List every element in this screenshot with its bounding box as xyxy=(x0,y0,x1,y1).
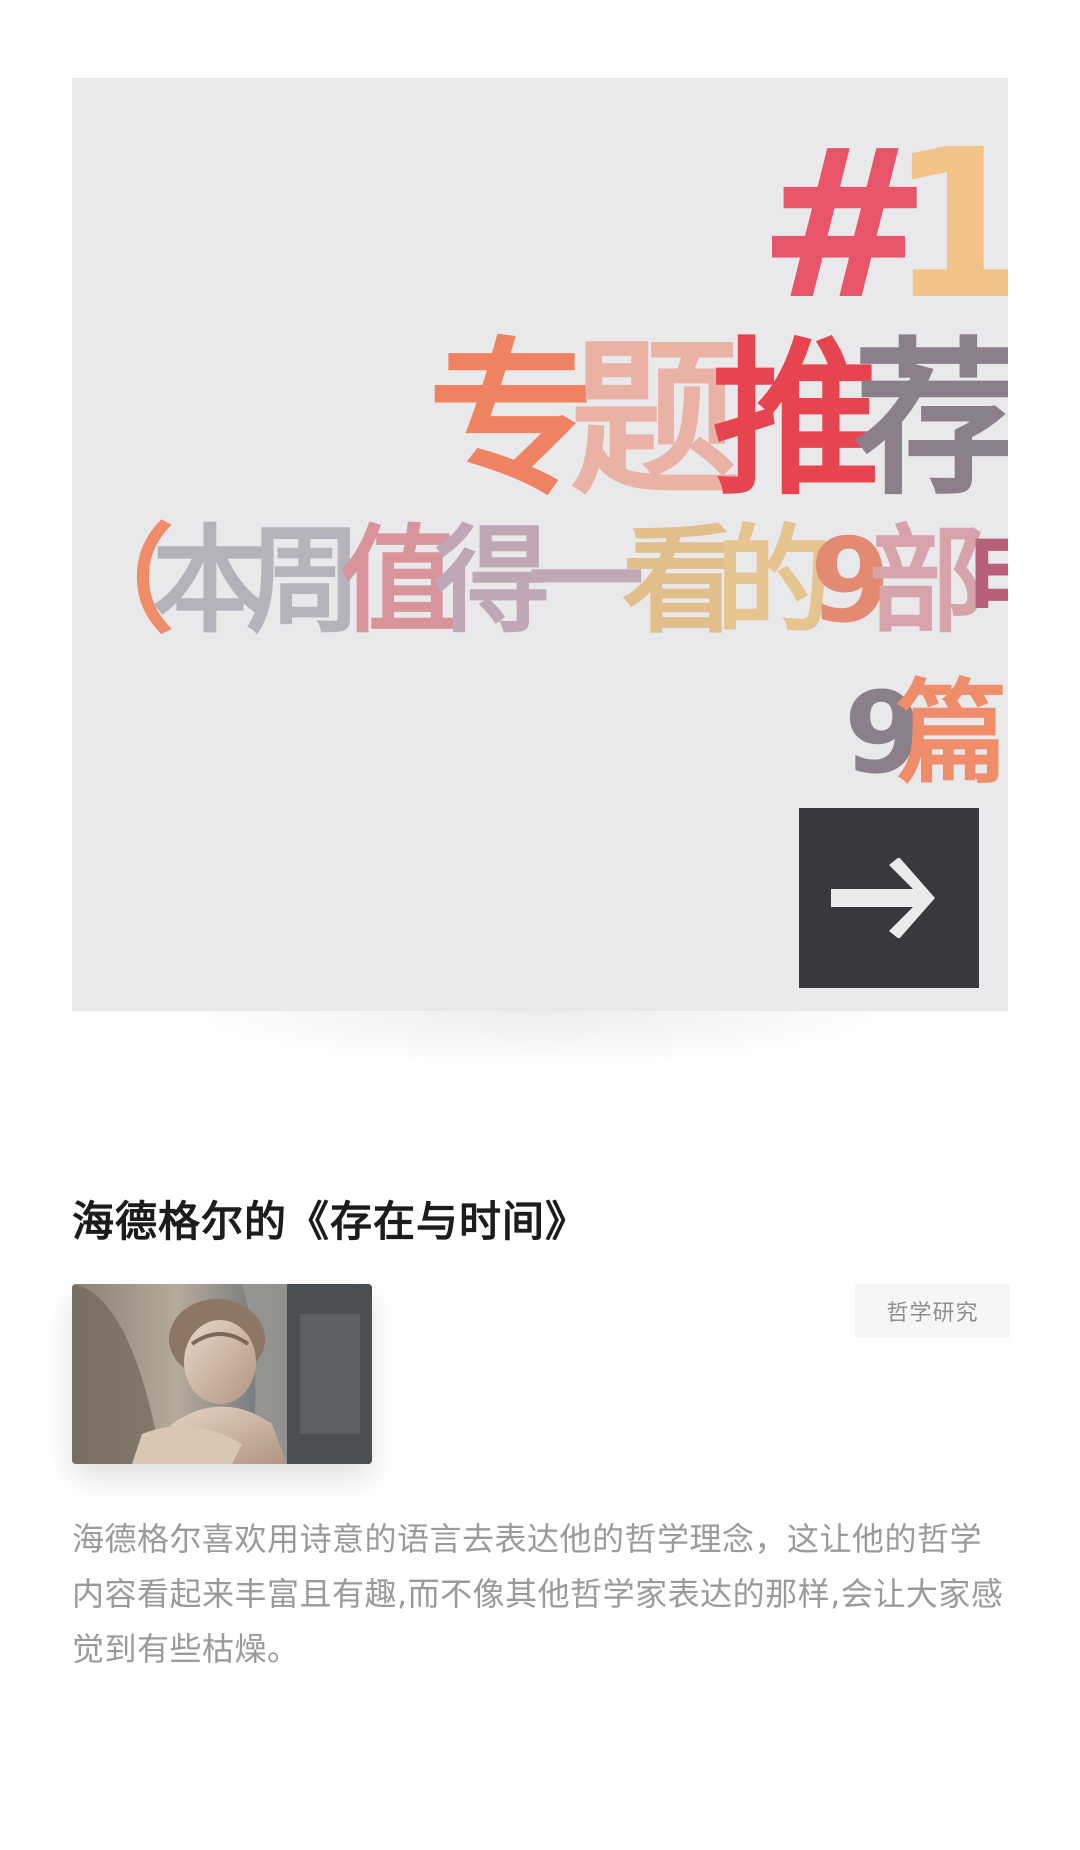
banner-glyph: 值 xyxy=(340,514,456,649)
banner-glyph: 9 xyxy=(844,669,922,799)
article-title[interactable]: 海德格尔的《存在与时间》 xyxy=(72,1188,588,1249)
banner-glyph: 篇 xyxy=(896,669,1008,799)
banner-count: 9篇 xyxy=(844,669,1008,799)
statue-image xyxy=(72,1284,372,1464)
banner-glyph: 一 xyxy=(528,514,644,649)
banner-shadow xyxy=(152,1011,928,1071)
banner-glyph: 题 xyxy=(570,322,738,518)
banner-glyph: 荐 xyxy=(854,322,1008,518)
featured-banner[interactable]: #1 专题推荐 （本周值得一看的9部电影） 9篇 xyxy=(72,78,1008,1071)
banner-glyph: 的 xyxy=(716,514,832,649)
banner-glyph: 9 xyxy=(810,514,891,649)
article-thumbnail[interactable] xyxy=(72,1284,372,1464)
banner-glyph: 专 xyxy=(428,322,596,518)
banner-glyph: 推 xyxy=(712,322,880,518)
banner-title: 专题推荐 xyxy=(428,322,1008,518)
banner-glyph: 1 xyxy=(888,105,1008,345)
banner-glyph: 部 xyxy=(868,514,985,649)
banner-subtitle: （本周值得一看的9部电影） xyxy=(72,524,1008,640)
banner-glyph: # xyxy=(758,105,930,345)
category-tag[interactable]: 哲学研究 xyxy=(855,1284,1010,1338)
arrow-button[interactable] xyxy=(799,808,979,988)
banner-rank: #1 xyxy=(758,105,1008,345)
banner-glyph: 得 xyxy=(434,514,550,649)
banner-glyph: 电 xyxy=(963,524,1008,640)
banner-glyph: 本 xyxy=(152,514,268,649)
banner-glyph: 看 xyxy=(622,514,738,649)
banner-card: #1 专题推荐 （本周值得一看的9部电影） 9篇 xyxy=(72,78,1008,1011)
article-description: 海德格尔喜欢用诗意的语言去表达他的哲学理念，这让他的哲学内容看起来丰富且有趣,而… xyxy=(72,1520,1004,1668)
banner-glyph: 周 xyxy=(246,514,362,649)
banner-glyph: （ xyxy=(72,524,174,640)
arrow-right-icon xyxy=(831,858,935,938)
